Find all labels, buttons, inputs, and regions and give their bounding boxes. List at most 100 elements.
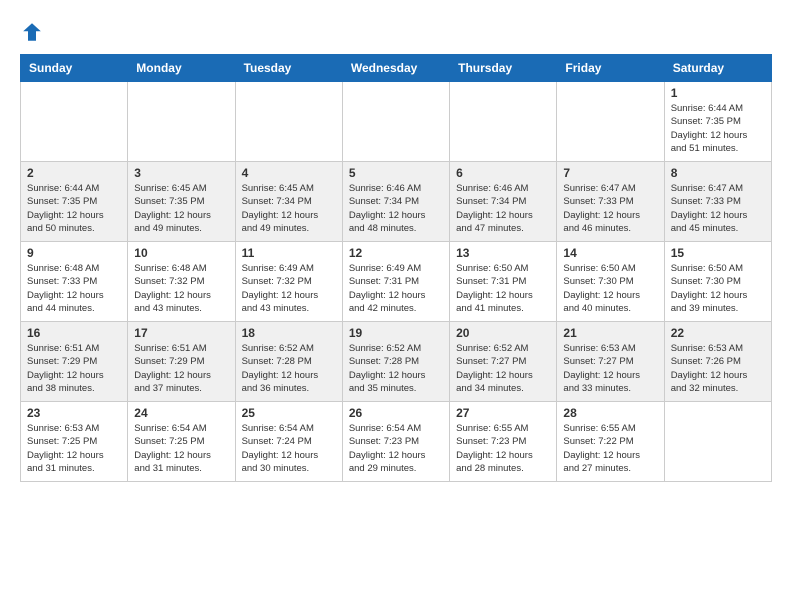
calendar-cell: 19Sunrise: 6:52 AM Sunset: 7:28 PM Dayli… <box>342 322 449 402</box>
day-info: Sunrise: 6:46 AM Sunset: 7:34 PM Dayligh… <box>456 182 550 235</box>
day-info: Sunrise: 6:49 AM Sunset: 7:31 PM Dayligh… <box>349 262 443 315</box>
calendar-cell: 16Sunrise: 6:51 AM Sunset: 7:29 PM Dayli… <box>21 322 128 402</box>
day-number: 14 <box>563 246 657 260</box>
day-info: Sunrise: 6:50 AM Sunset: 7:30 PM Dayligh… <box>563 262 657 315</box>
calendar-week-3: 9 Sunrise: 6:48 AM Sunset: 7:33 PM Daylig… <box>21 242 772 322</box>
day-info: Sunrise: 6:54 AM Sunset: 7:25 PM Dayligh… <box>134 422 228 475</box>
day-info: Sunrise: 6:47 AM Sunset: 7:33 PM Dayligh… <box>671 182 765 235</box>
day-info: Sunrise: 6:54 AM Sunset: 7:24 PM Dayligh… <box>242 422 336 475</box>
weekday-header-thursday: Thursday <box>450 55 557 82</box>
day-info: Sunrise: 6:50 AM Sunset: 7:31 PM Dayligh… <box>456 262 550 315</box>
day-info: Sunrise: 6:47 AM Sunset: 7:33 PM Dayligh… <box>563 182 657 235</box>
day-info: Sunrise: 6:46 AM Sunset: 7:34 PM Dayligh… <box>349 182 443 235</box>
day-number: 22 <box>671 326 765 340</box>
day-number: 13 <box>456 246 550 260</box>
day-info: Sunrise: 6:53 AM Sunset: 7:26 PM Dayligh… <box>671 342 765 395</box>
calendar-cell: 2 Sunrise: 6:44 AM Sunset: 7:35 PM Daylig… <box>21 162 128 242</box>
calendar-cell: 23 Sunrise: 6:53 AM Sunset: 7:25 PM Dayli… <box>21 402 128 482</box>
day-number: 1 <box>671 86 765 100</box>
page-header <box>20 20 772 44</box>
calendar-cell <box>557 82 664 162</box>
calendar-cell <box>450 82 557 162</box>
day-info: Sunrise: 6:49 AM Sunset: 7:32 PM Dayligh… <box>242 262 336 315</box>
day-info: Sunrise: 6:44 AM Sunset: 7:35 PM Dayligh… <box>27 182 121 235</box>
day-info: Sunrise: 6:51 AM Sunset: 7:29 PM Dayligh… <box>134 342 228 395</box>
day-number: 18 <box>242 326 336 340</box>
calendar-cell: 7 Sunrise: 6:47 AM Sunset: 7:33 PM Daylig… <box>557 162 664 242</box>
day-number: 23 <box>27 406 121 420</box>
weekday-header-monday: Monday <box>128 55 235 82</box>
day-number: 2 <box>27 166 121 180</box>
day-number: 15 <box>671 246 765 260</box>
calendar-cell: 4 Sunrise: 6:45 AM Sunset: 7:34 PM Daylig… <box>235 162 342 242</box>
day-info: Sunrise: 6:48 AM Sunset: 7:33 PM Dayligh… <box>27 262 121 315</box>
calendar-week-5: 23 Sunrise: 6:53 AM Sunset: 7:25 PM Dayli… <box>21 402 772 482</box>
logo-icon <box>20 20 44 44</box>
weekday-header-friday: Friday <box>557 55 664 82</box>
calendar-cell: 17 Sunrise: 6:51 AM Sunset: 7:29 PM Dayli… <box>128 322 235 402</box>
calendar-cell: 6 Sunrise: 6:46 AM Sunset: 7:34 PM Daylig… <box>450 162 557 242</box>
calendar-cell: 8 Sunrise: 6:47 AM Sunset: 7:33 PM Daylig… <box>664 162 771 242</box>
weekday-header-wednesday: Wednesday <box>342 55 449 82</box>
calendar-week-2: 2 Sunrise: 6:44 AM Sunset: 7:35 PM Daylig… <box>21 162 772 242</box>
day-number: 9 <box>27 246 121 260</box>
logo <box>20 20 48 44</box>
calendar-cell <box>21 82 128 162</box>
calendar-cell: 13 Sunrise: 6:50 AM Sunset: 7:31 PM Dayli… <box>450 242 557 322</box>
weekday-header-saturday: Saturday <box>664 55 771 82</box>
weekday-row: SundayMondayTuesdayWednesdayThursdayFrid… <box>21 55 772 82</box>
day-number: 12 <box>349 246 443 260</box>
day-info: Sunrise: 6:53 AM Sunset: 7:25 PM Dayligh… <box>27 422 121 475</box>
calendar-cell: 9 Sunrise: 6:48 AM Sunset: 7:33 PM Daylig… <box>21 242 128 322</box>
day-number: 20 <box>456 326 550 340</box>
day-number: 4 <box>242 166 336 180</box>
calendar-cell: 14 Sunrise: 6:50 AM Sunset: 7:30 PM Dayli… <box>557 242 664 322</box>
calendar-week-1: 1 Sunrise: 6:44 AM Sunset: 7:35 PM Daylig… <box>21 82 772 162</box>
day-number: 19 <box>349 326 443 340</box>
calendar-cell: 20 Sunrise: 6:52 AM Sunset: 7:27 PM Dayli… <box>450 322 557 402</box>
calendar-cell: 24 Sunrise: 6:54 AM Sunset: 7:25 PM Dayli… <box>128 402 235 482</box>
calendar-cell: 1 Sunrise: 6:44 AM Sunset: 7:35 PM Daylig… <box>664 82 771 162</box>
day-number: 10 <box>134 246 228 260</box>
calendar-cell <box>128 82 235 162</box>
calendar-week-4: 16Sunrise: 6:51 AM Sunset: 7:29 PM Dayli… <box>21 322 772 402</box>
calendar-cell: 10Sunrise: 6:48 AM Sunset: 7:32 PM Dayli… <box>128 242 235 322</box>
calendar-cell: 21 Sunrise: 6:53 AM Sunset: 7:27 PM Dayli… <box>557 322 664 402</box>
calendar-cell: 15Sunrise: 6:50 AM Sunset: 7:30 PM Dayli… <box>664 242 771 322</box>
day-number: 27 <box>456 406 550 420</box>
day-info: Sunrise: 6:54 AM Sunset: 7:23 PM Dayligh… <box>349 422 443 475</box>
calendar-cell: 26 Sunrise: 6:54 AM Sunset: 7:23 PM Dayli… <box>342 402 449 482</box>
calendar-cell: 5 Sunrise: 6:46 AM Sunset: 7:34 PM Daylig… <box>342 162 449 242</box>
day-info: Sunrise: 6:45 AM Sunset: 7:34 PM Dayligh… <box>242 182 336 235</box>
day-number: 17 <box>134 326 228 340</box>
day-number: 6 <box>456 166 550 180</box>
day-number: 5 <box>349 166 443 180</box>
day-info: Sunrise: 6:52 AM Sunset: 7:27 PM Dayligh… <box>456 342 550 395</box>
day-info: Sunrise: 6:44 AM Sunset: 7:35 PM Dayligh… <box>671 102 765 155</box>
day-number: 28 <box>563 406 657 420</box>
day-info: Sunrise: 6:53 AM Sunset: 7:27 PM Dayligh… <box>563 342 657 395</box>
day-number: 7 <box>563 166 657 180</box>
calendar-cell <box>235 82 342 162</box>
day-info: Sunrise: 6:51 AM Sunset: 7:29 PM Dayligh… <box>27 342 121 395</box>
calendar-cell: 3 Sunrise: 6:45 AM Sunset: 7:35 PM Daylig… <box>128 162 235 242</box>
calendar-header: SundayMondayTuesdayWednesdayThursdayFrid… <box>21 55 772 82</box>
weekday-header-tuesday: Tuesday <box>235 55 342 82</box>
calendar-cell: 27 Sunrise: 6:55 AM Sunset: 7:23 PM Dayli… <box>450 402 557 482</box>
day-info: Sunrise: 6:55 AM Sunset: 7:23 PM Dayligh… <box>456 422 550 475</box>
day-info: Sunrise: 6:55 AM Sunset: 7:22 PM Dayligh… <box>563 422 657 475</box>
calendar-table: SundayMondayTuesdayWednesdayThursdayFrid… <box>20 54 772 482</box>
day-number: 24 <box>134 406 228 420</box>
day-info: Sunrise: 6:45 AM Sunset: 7:35 PM Dayligh… <box>134 182 228 235</box>
calendar-cell: 25Sunrise: 6:54 AM Sunset: 7:24 PM Dayli… <box>235 402 342 482</box>
weekday-header-sunday: Sunday <box>21 55 128 82</box>
calendar-cell: 12 Sunrise: 6:49 AM Sunset: 7:31 PM Dayli… <box>342 242 449 322</box>
calendar-cell: 11Sunrise: 6:49 AM Sunset: 7:32 PM Dayli… <box>235 242 342 322</box>
calendar-cell: 22 Sunrise: 6:53 AM Sunset: 7:26 PM Dayli… <box>664 322 771 402</box>
day-number: 3 <box>134 166 228 180</box>
day-number: 26 <box>349 406 443 420</box>
day-number: 21 <box>563 326 657 340</box>
day-number: 8 <box>671 166 765 180</box>
calendar-body: 1 Sunrise: 6:44 AM Sunset: 7:35 PM Daylig… <box>21 82 772 482</box>
day-info: Sunrise: 6:52 AM Sunset: 7:28 PM Dayligh… <box>242 342 336 395</box>
